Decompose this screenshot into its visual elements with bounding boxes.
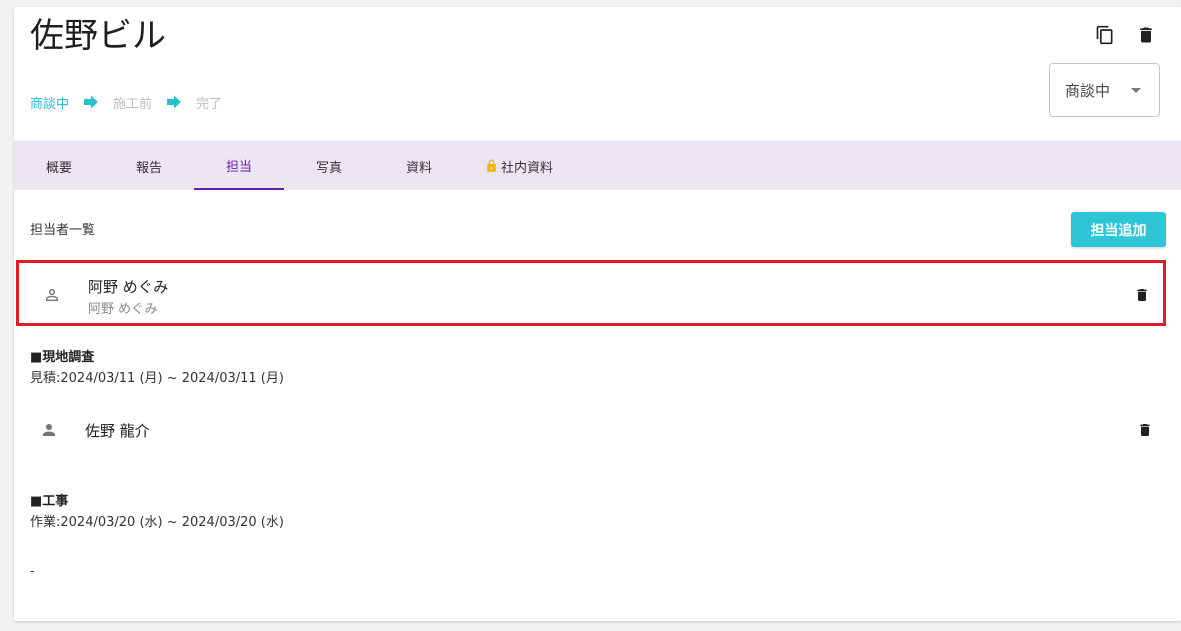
assignee-name: 阿野 めぐみ <box>88 278 169 296</box>
project-card: 佐野ビル 商談中 施工前 完了 商談中 概要 報告 担当 写真 資料 社内資料 <box>14 7 1181 621</box>
footer-text: - <box>30 564 35 578</box>
tab-overview[interactable]: 概要 <box>14 142 104 190</box>
trash-icon[interactable] <box>1134 287 1150 303</box>
trash-icon[interactable] <box>1136 25 1156 45</box>
step-complete: 完了 <box>196 96 223 112</box>
task-date: 作業:2024/03/20 (水) ~ 2024/03/20 (水) <box>30 515 284 530</box>
arrow-right-icon <box>166 94 182 110</box>
assignee-name: 佐野 龍介 <box>85 422 150 440</box>
page-title: 佐野ビル <box>30 16 166 56</box>
copy-icon[interactable] <box>1095 25 1115 45</box>
assignee-subname: 阿野 めぐみ <box>88 302 158 317</box>
tab-documents[interactable]: 資料 <box>374 142 464 190</box>
task-title: ■現地調査 <box>30 350 95 365</box>
lock-icon <box>485 159 498 173</box>
status-select-value: 商談中 <box>1065 81 1111 100</box>
assignee-row[interactable]: 阿野 めぐみ 阿野 めぐみ <box>16 260 1166 326</box>
chevron-down-icon <box>1131 88 1141 93</box>
task-title: ■工事 <box>30 494 69 509</box>
tab-reports[interactable]: 報告 <box>104 142 194 190</box>
tab-assignees[interactable]: 担当 <box>194 142 284 190</box>
task-date: 見積:2024/03/11 (月) ~ 2024/03/11 (月) <box>30 371 284 386</box>
arrow-right-icon <box>83 94 99 110</box>
person-outline-icon <box>43 286 61 304</box>
assignee-row[interactable]: 佐野 龍介 <box>16 397 1166 463</box>
assignee-list-title: 担当者一覧 <box>30 223 96 238</box>
tab-bar: 概要 報告 担当 写真 資料 社内資料 <box>14 141 1181 190</box>
person-icon <box>40 421 58 439</box>
tab-photos[interactable]: 写真 <box>284 142 374 190</box>
add-assignee-button[interactable]: 担当追加 <box>1071 212 1166 247</box>
progress-steps: 商談中 施工前 完了 <box>30 92 222 112</box>
step-pre-construction: 施工前 <box>113 96 153 112</box>
trash-icon[interactable] <box>1137 422 1153 438</box>
step-negotiating: 商談中 <box>30 96 70 112</box>
status-select[interactable]: 商談中 <box>1049 63 1160 117</box>
tab-internal-documents[interactable]: 社内資料 <box>474 142 564 190</box>
